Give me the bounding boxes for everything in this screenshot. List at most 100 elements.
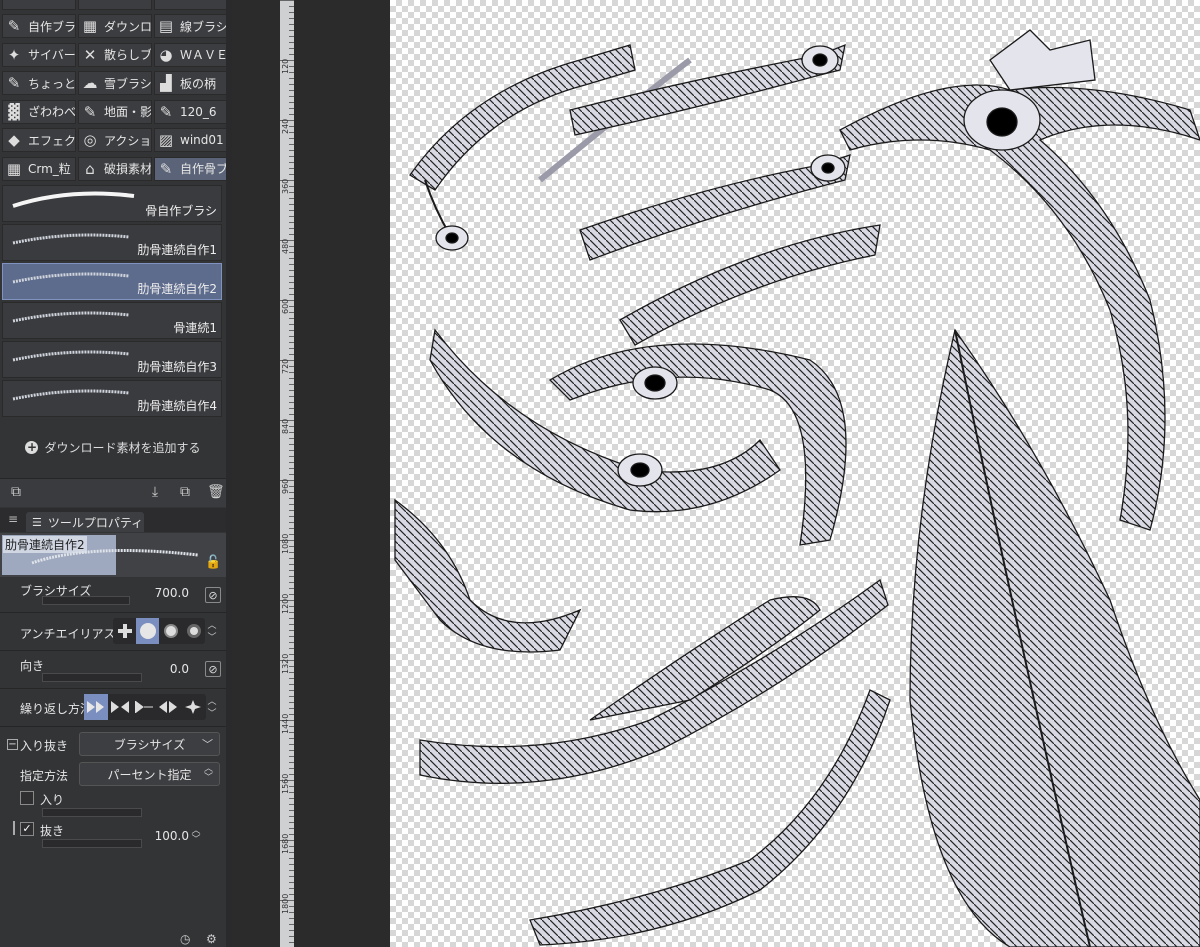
- bottom-icons: ◷ ⚙: [0, 932, 232, 947]
- collapse-icon[interactable]: −: [7, 739, 18, 750]
- direction-value[interactable]: 0.0: [139, 662, 189, 676]
- sub-tool-item[interactable]: ✎ ちょっと: [2, 71, 76, 95]
- sub-tool-item[interactable]: ✎ 120_6: [154, 99, 228, 124]
- taper-out-spinner[interactable]: ︿ ﹀: [190, 827, 202, 847]
- sub-tool-item[interactable]: ✕ 散らしブ: [78, 42, 152, 67]
- taper-out-value[interactable]: 100.0: [139, 829, 189, 843]
- sub-tool-item-partial[interactable]: [154, 0, 228, 10]
- sub-tool-label: エフェク: [28, 133, 75, 148]
- sparkle-icon: ✦: [7, 45, 21, 64]
- brush-list-item[interactable]: 肋骨連続自作2: [2, 263, 222, 300]
- wrench-icon[interactable]: ⚙: [206, 932, 217, 946]
- import-icon[interactable]: ⤓: [147, 484, 163, 500]
- sub-tool-label: ＷＡＶＥ: [180, 48, 227, 62]
- sub-tool-item[interactable]: ▤ 線ブラシ: [154, 14, 228, 38]
- sub-tool-item-partial[interactable]: [78, 0, 152, 10]
- ruler-label: 240: [281, 118, 290, 134]
- sub-tool-item[interactable]: ✎ 地面・影: [78, 99, 152, 124]
- taper-dropdown[interactable]: ブラシサイズ ﹀: [79, 732, 220, 756]
- sub-tool-item[interactable]: ◆ エフェク: [2, 128, 76, 152]
- group-line: [13, 821, 15, 835]
- sub-tool-item[interactable]: ✎ 自作ブラ: [2, 14, 76, 38]
- clock-icon[interactable]: ◷: [180, 932, 190, 946]
- canvas[interactable]: [390, 0, 1200, 947]
- repeat-button[interactable]: [84, 694, 108, 720]
- duplicate-icon[interactable]: ⧉: [177, 484, 193, 500]
- brush-list-item[interactable]: 肋骨連続自作4: [2, 380, 222, 417]
- sub-tool-item-partial[interactable]: [2, 0, 76, 10]
- chevron-down-icon: ﹀: [202, 738, 213, 751]
- spec-method-dropdown[interactable]: パーセント指定 ︿ ﹀: [79, 762, 220, 786]
- sub-tool-settings-icon[interactable]: ⧉: [8, 484, 24, 500]
- antialias-row: アンチエイリアス ︿ ﹀: [0, 618, 232, 646]
- sub-tool-item[interactable]: ▦ ダウンロ: [78, 14, 152, 38]
- taper-out-slider[interactable]: [42, 839, 142, 848]
- taper-in-checkbox[interactable]: [20, 791, 34, 805]
- antialias-medium-button[interactable]: [159, 618, 182, 644]
- sub-tool-item[interactable]: ▨ wind01: [154, 128, 228, 152]
- repeat-method-label: 繰り返し方法: [20, 702, 93, 716]
- drops-icon: ◆: [8, 131, 20, 149]
- direction-settings-button[interactable]: ⊘: [205, 661, 221, 677]
- tool-panel: ✎ 自作ブラ ▦ ダウンロ ▤ 線ブラシ ✦ サイバー ✕ 散らしブ ◕ ＷＡＶＥ ✎ ちょっと ☁ 雪ブラシ…: [0, 0, 232, 947]
- sub-tool-item[interactable]: ☁ 雪ブラシ: [78, 71, 152, 95]
- ruler-label: 1800: [281, 893, 290, 914]
- sub-tool-item[interactable]: ✎ 自作骨ブ: [154, 156, 228, 181]
- antialias-weak-button[interactable]: [136, 618, 159, 644]
- antialias-none-button[interactable]: [113, 618, 136, 644]
- sub-tool-label: 120_6: [180, 104, 217, 119]
- repeat-spinner[interactable]: ︿ ﹀: [206, 696, 218, 722]
- menu-icon[interactable]: ≡: [8, 512, 18, 526]
- sub-tool-item[interactable]: ⌂ 破損素材: [78, 156, 152, 181]
- taper-out-checkbox[interactable]: ✓: [20, 822, 34, 836]
- trash-icon[interactable]: 🗑: [207, 484, 225, 500]
- sub-tool-label: サイバー: [28, 48, 75, 62]
- sub-tool-item[interactable]: ◎ アクショ: [78, 128, 152, 152]
- sub-tool-label: 自作骨ブ: [180, 162, 227, 176]
- spinner-icon: ︿ ﹀: [203, 764, 213, 783]
- brush-list-item[interactable]: 肋骨連続自作1: [2, 224, 222, 261]
- direction-slider[interactable]: [42, 673, 142, 682]
- taper-in-slider[interactable]: [42, 808, 142, 817]
- brush-stroke-preview-icon: [12, 191, 135, 208]
- brush-size-value[interactable]: 700.0: [139, 586, 189, 600]
- tab-tool-property[interactable]: ☰ ツールプロパティ: [26, 512, 144, 532]
- ruler-label: 480: [281, 238, 290, 254]
- lock-icon[interactable]: 🔓: [205, 555, 221, 570]
- brush-size-slider[interactable]: [42, 596, 130, 605]
- add-download-material-button[interactable]: + ダウンロード素材を追加する: [0, 430, 226, 464]
- sub-tool-item[interactable]: ✦ サイバー: [2, 42, 76, 67]
- sub-tool-item[interactable]: ▓ ざわわべ: [2, 99, 76, 124]
- brush-list-item[interactable]: 骨自作ブラシ: [2, 185, 222, 222]
- antialias-selector: [113, 618, 205, 644]
- pen-icon: ✎: [83, 102, 97, 121]
- back-and-forth-button[interactable]: [132, 694, 156, 720]
- antialias-spinner[interactable]: ︿ ﹀: [206, 620, 218, 646]
- spec-method-label: 指定方法: [20, 769, 69, 783]
- sub-tool-label: Crm_粒: [28, 162, 71, 176]
- brush-list-item[interactable]: 肋骨連続自作3: [2, 341, 222, 378]
- brush-name: 骨自作ブラシ: [145, 204, 217, 218]
- taper-dropdown-value: ブラシサイズ: [113, 737, 186, 752]
- divider: [0, 650, 232, 651]
- alternate-button[interactable]: [156, 694, 180, 720]
- sub-tool-footer: ⧉ ⤓ ⧉ 🗑: [0, 478, 232, 507]
- sub-tool-label: 破損素材: [104, 162, 151, 176]
- pen-icon: ✎: [159, 102, 173, 121]
- board-icon: ▟: [160, 74, 172, 92]
- once-button[interactable]: [180, 694, 206, 720]
- plus-icon: +: [25, 439, 39, 454]
- sub-tool-label: ざわわべ: [28, 105, 75, 119]
- sub-tool-item[interactable]: ◕ ＷＡＶＥ: [154, 42, 228, 67]
- sub-tool-item[interactable]: ▦ Crm_粒: [2, 156, 76, 181]
- pressure-settings-button[interactable]: ⊘: [205, 587, 221, 603]
- sub-tool-item[interactable]: ▟ 板の柄: [154, 71, 228, 95]
- brush-list-item[interactable]: 骨連続1: [2, 302, 222, 339]
- brush-name: 肋骨連続自作3: [137, 360, 217, 374]
- reverse-repeat-button[interactable]: [108, 694, 132, 720]
- ruler-label: 120: [281, 58, 290, 74]
- divider: [0, 688, 232, 689]
- brush-stroke-preview-icon: [12, 350, 130, 362]
- antialias-strong-button[interactable]: [182, 618, 205, 644]
- direction-row: 向き 0.0 ⊘: [0, 656, 232, 684]
